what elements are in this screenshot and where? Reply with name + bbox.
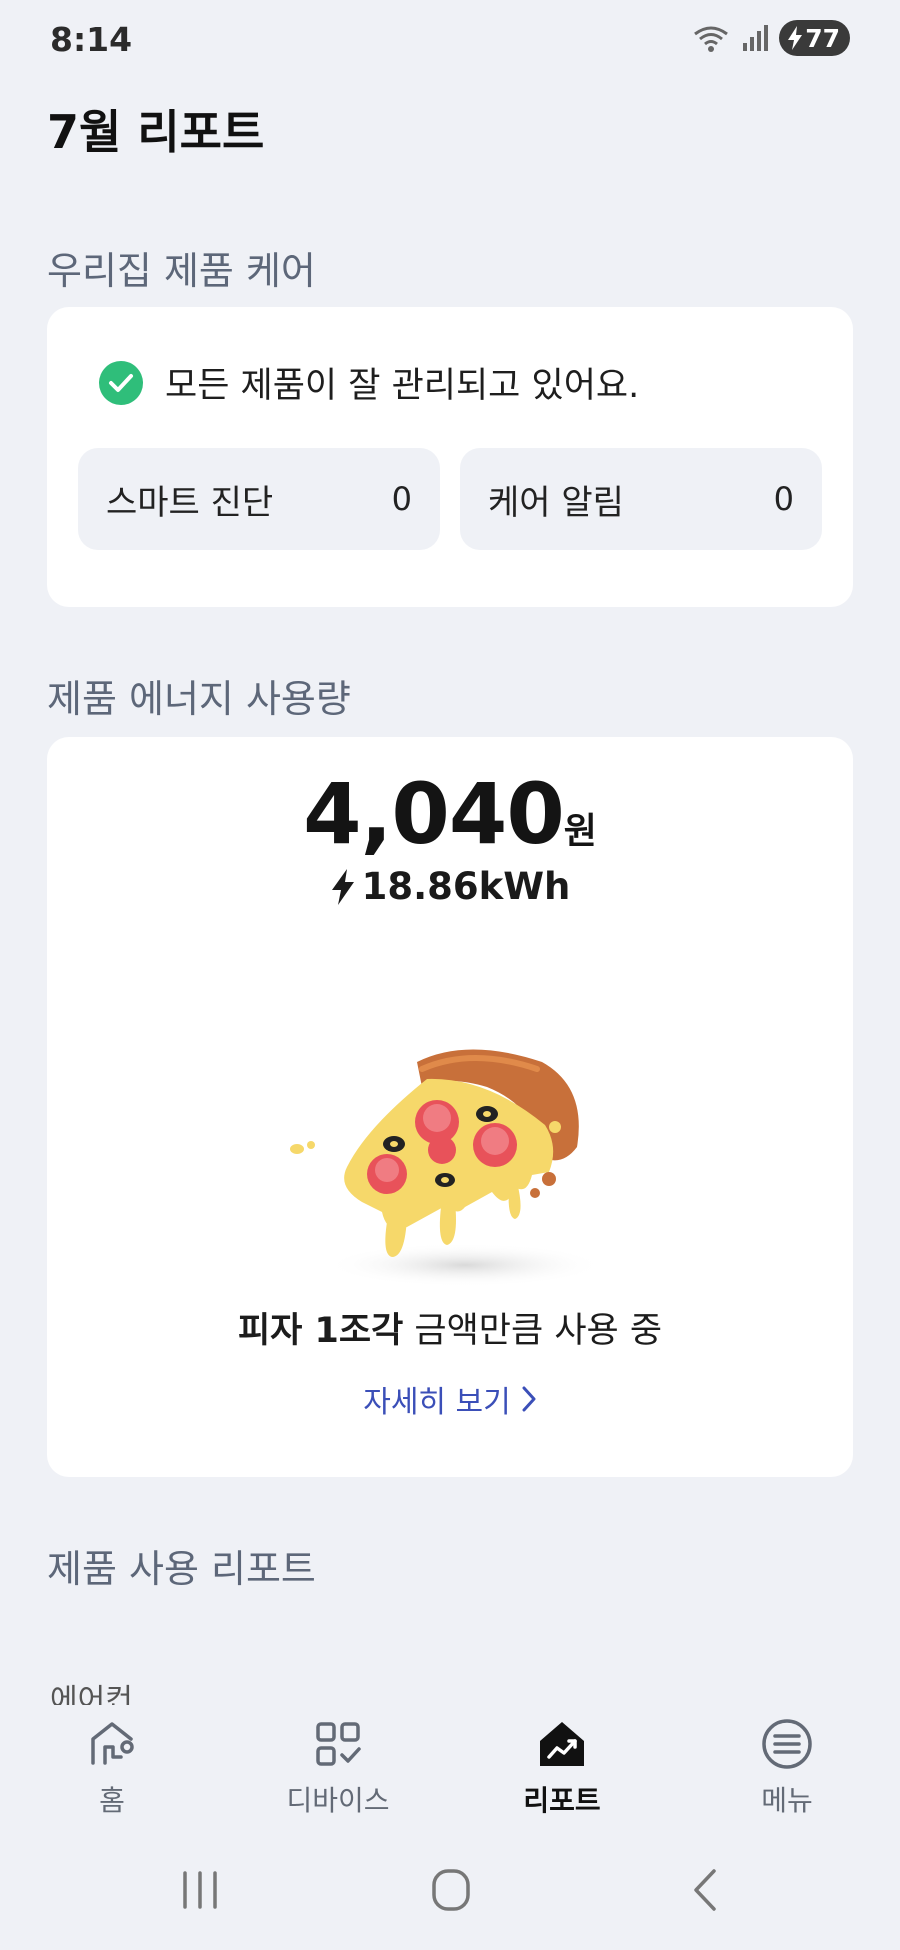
kwh-value: 18.86kWh xyxy=(361,865,571,908)
care-alert-tile[interactable]: 케어 알림 0 xyxy=(460,448,822,550)
nav-home-label: 홈 xyxy=(99,1784,125,1817)
lightning-icon xyxy=(331,868,354,905)
home-button-icon[interactable] xyxy=(421,1865,481,1915)
nav-menu[interactable]: 메뉴 xyxy=(707,1717,867,1819)
nav-report-label: 리포트 xyxy=(523,1784,601,1817)
nav-report[interactable]: 리포트 xyxy=(482,1717,642,1819)
page-title: 7월 리포트 xyxy=(47,105,265,159)
care-card: 모든 제품이 잘 관리되고 있어요. 스마트 진단 0 케어 알림 0 xyxy=(47,307,853,607)
energy-card[interactable]: 4,040원 18.86kWh 피자 1조각 금액만큼 사용 중 자세히 보기 xyxy=(47,737,853,1477)
care-status-text: 모든 제품이 잘 관리되고 있어요. xyxy=(165,366,640,406)
usage-report-title: 제품 사용 리포트 xyxy=(47,1547,316,1591)
wifi-icon xyxy=(694,26,729,52)
energy-section-title: 제품 에너지 사용량 xyxy=(47,677,351,721)
check-icon xyxy=(99,360,143,405)
comparison-highlight: 피자 1조각 xyxy=(237,1311,404,1351)
chevron-right-icon xyxy=(522,1386,536,1412)
nav-devices[interactable]: 디바이스 xyxy=(258,1717,418,1819)
nav-devices-label: 디바이스 xyxy=(286,1784,390,1817)
smart-diagnosis-label: 스마트 진단 xyxy=(106,482,274,523)
smart-diagnosis-tile[interactable]: 스마트 진단 0 xyxy=(78,448,440,550)
care-alert-count: 0 xyxy=(773,480,794,518)
recent-apps-icon[interactable] xyxy=(170,1865,230,1915)
care-section-title: 우리집 제품 케어 xyxy=(47,249,316,293)
report-screen: 8:14 77 7월 리포트 우리집 제품 케어 모든 제품이 잘 관리되고 있… xyxy=(0,0,900,1950)
signal-icon xyxy=(743,25,769,51)
bottom-navigation: 홈 디바이스 리포트 메뉴 xyxy=(0,1705,900,1835)
cost-unit: 원 xyxy=(563,811,597,852)
energy-comparison-text: 피자 1조각 금액만큼 사용 중 xyxy=(47,1302,853,1353)
menu-icon xyxy=(762,1719,812,1769)
report-icon xyxy=(540,1722,584,1766)
energy-kwh: 18.86kWh xyxy=(47,865,853,908)
status-time: 8:14 xyxy=(50,20,133,59)
status-bar: 8:14 77 xyxy=(0,0,900,80)
home-icon xyxy=(91,1722,134,1765)
energy-cost: 4,040원 xyxy=(47,765,853,863)
status-icons: 77 xyxy=(691,20,850,56)
back-icon[interactable] xyxy=(676,1865,736,1915)
cost-amount: 4,040 xyxy=(303,765,565,863)
system-navigation xyxy=(0,1835,900,1950)
smart-diagnosis-count: 0 xyxy=(391,480,412,518)
comparison-rest: 금액만큼 사용 중 xyxy=(403,1311,663,1351)
charging-bolt-icon xyxy=(788,26,803,50)
care-status: 모든 제품이 잘 관리되고 있어요. xyxy=(99,357,639,408)
pizza-illustration xyxy=(290,1049,605,1287)
nav-home[interactable]: 홈 xyxy=(32,1717,192,1819)
view-details-label: 자세히 보기 xyxy=(363,1385,511,1420)
care-alert-label: 케어 알림 xyxy=(488,482,624,523)
battery-indicator: 77 xyxy=(779,20,850,56)
nav-menu-label: 메뉴 xyxy=(761,1784,813,1817)
devices-icon xyxy=(316,1722,361,1766)
view-details-link[interactable]: 자세히 보기 xyxy=(47,1377,853,1421)
battery-level: 77 xyxy=(805,23,840,53)
